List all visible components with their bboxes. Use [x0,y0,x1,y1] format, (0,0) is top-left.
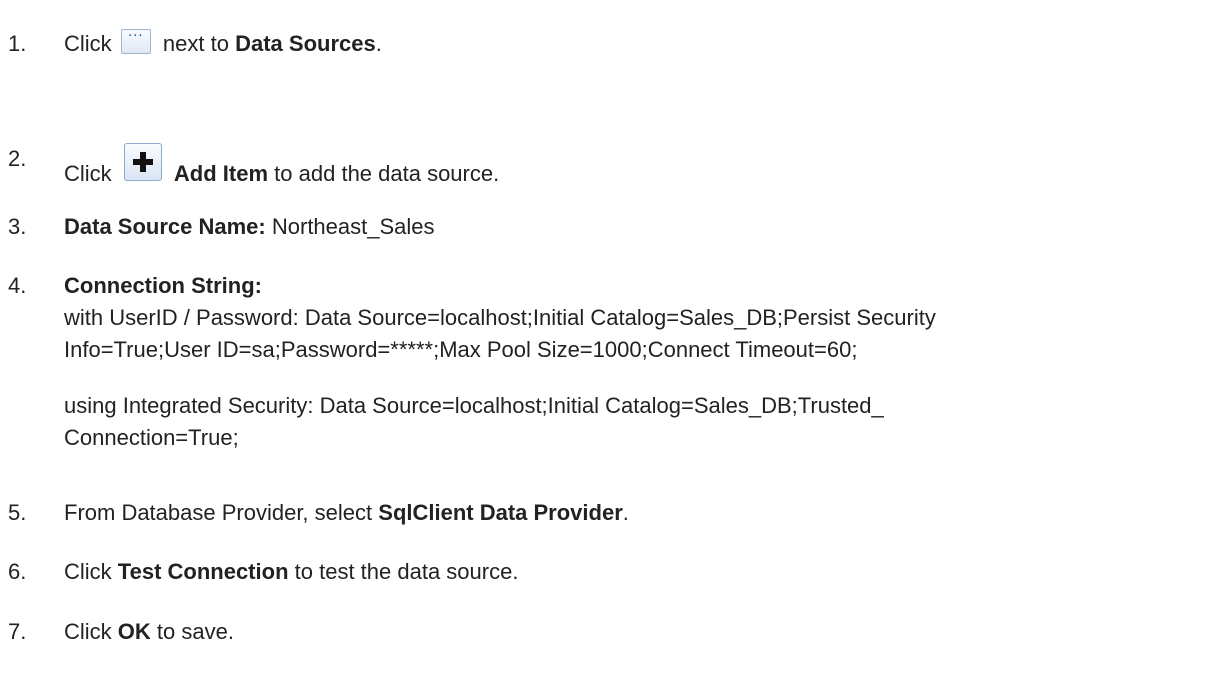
ui-term-ok: OK [117,619,151,644]
ui-term-data-sources: Data Sources [235,31,376,56]
step-content: Click ··· next to Data Sources. [64,28,382,60]
connection-string-integrated-line-2: Connection=True; [64,425,239,450]
field-label-connection-string: Connection String: [64,270,1214,302]
step-content: Click OK to save. [64,616,234,648]
add-item-icon [123,143,162,181]
step-number: 4. [8,273,27,298]
ellipsis-button-icon: ··· [120,29,151,54]
ui-term-sqlclient-data-provider: SqlClient Data Provider [378,500,623,525]
step-number: 3. [8,214,27,239]
step-text: Click [64,559,112,584]
step-text: Click [64,619,112,644]
step-text: Click [64,31,112,56]
connection-string-userid-line-2: Info=True;User ID=sa;Password=*****;Max … [64,337,858,362]
step-content: Connection String: with UserID / Passwor… [64,270,1214,454]
step-content: Click Add Item to add the data source. [64,143,499,190]
step-number: 5. [8,500,27,525]
connection-string-userid-line-1: with UserID / Password: Data Source=loca… [64,305,936,330]
step-content: From Database Provider, select SqlClient… [64,497,629,529]
step-number: 7. [8,619,27,644]
step-text: Click [64,161,112,186]
step-text: to test the data source. [294,559,519,584]
step-text: next to [162,31,229,56]
step-text: to add the data source. [274,161,500,186]
connection-string-integrated-line-1: using Integrated Security: Data Source=l… [64,393,884,418]
step-text-end: . [622,500,629,525]
step-content: Data Source Name: Northeast_Sales [64,211,435,243]
ui-term-test-connection: Test Connection [117,559,289,584]
field-label-data-source-name: Data Source Name: [64,214,266,239]
step-content: Click Test Connection to test the data s… [64,556,518,588]
connection-string-label: Connection String: [64,273,262,298]
step-number: 6. [8,559,27,584]
step-number: 2. [8,146,27,171]
step-text-end: . [375,31,382,56]
step-text: From Database Provider, select [64,500,373,525]
step-number: 1. [8,31,27,56]
field-value-data-source-name: Northeast_Sales [271,214,435,239]
ui-term-add-item: Add Item [173,161,269,186]
step-text: to save. [156,619,234,644]
